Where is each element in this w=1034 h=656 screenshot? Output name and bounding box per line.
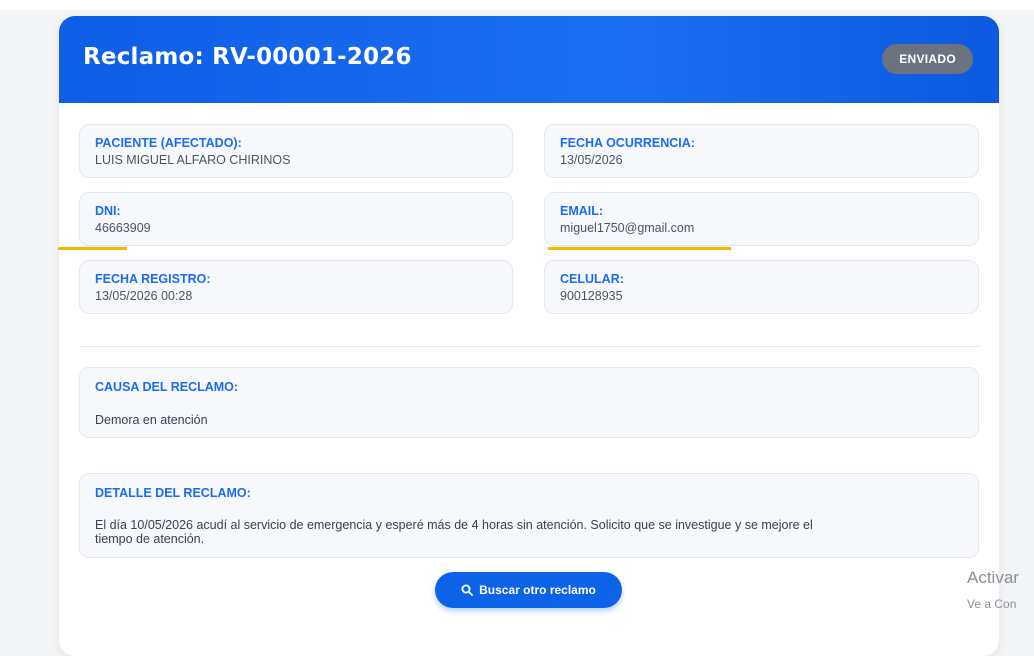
phone-value: 900128935 bbox=[560, 289, 623, 303]
phone-label: CELULAR: bbox=[560, 272, 624, 286]
occurrence-date-field: FECHA OCURRENCIA: 13/05/2026 bbox=[544, 124, 979, 178]
windows-activation-watermark-subtitle: Ve a Con bbox=[967, 597, 1017, 611]
phone-field: CELULAR: 900128935 bbox=[544, 260, 979, 314]
occurrence-date-label: FECHA OCURRENCIA: bbox=[560, 136, 695, 150]
detail-label: DETALLE DEL RECLAMO: bbox=[95, 486, 251, 500]
windows-activation-watermark-title: Activar bbox=[967, 568, 1019, 587]
detail-block: DETALLE DEL RECLAMO: El día 10/05/2026 a… bbox=[79, 473, 979, 558]
email-label: EMAIL: bbox=[560, 204, 604, 218]
card-header: Reclamo: RV-00001-2026 ENVIADO bbox=[59, 16, 999, 103]
section-divider bbox=[79, 346, 979, 347]
detail-value-line2: tiempo de atención. bbox=[95, 532, 205, 546]
complaint-title: Reclamo: RV-00001-2026 bbox=[83, 44, 412, 70]
occurrence-date-value: 13/05/2026 bbox=[560, 153, 623, 167]
dni-value: 46663909 bbox=[95, 221, 151, 235]
cause-value: Demora en atención bbox=[95, 413, 208, 427]
detail-value-line1: El día 10/05/2026 acudí al servicio de e… bbox=[95, 518, 813, 532]
registration-date-field: FECHA REGISTRO: 13/05/2026 00:28 bbox=[79, 260, 513, 314]
email-highlight-underline bbox=[548, 247, 731, 250]
cause-block: CAUSA DEL RECLAMO: Demora en atención bbox=[79, 367, 979, 438]
registration-date-label: FECHA REGISTRO: bbox=[95, 272, 211, 286]
search-another-complaint-label: Buscar otro reclamo bbox=[479, 583, 596, 597]
search-another-complaint-button[interactable]: Buscar otro reclamo bbox=[435, 572, 622, 608]
email-value: miguel1750@gmail.com bbox=[560, 221, 695, 235]
patient-value: LUIS MIGUEL ALFARO CHIRINOS bbox=[95, 153, 291, 167]
registration-date-value: 13/05/2026 00:28 bbox=[95, 289, 193, 303]
patient-label: PACIENTE (AFECTADO): bbox=[95, 136, 242, 150]
email-field: EMAIL: miguel1750@gmail.com bbox=[544, 192, 979, 246]
complaint-card: Reclamo: RV-00001-2026 ENVIADO PACIENTE … bbox=[59, 16, 999, 656]
dni-label: DNI: bbox=[95, 204, 121, 218]
cause-label: CAUSA DEL RECLAMO: bbox=[95, 380, 239, 394]
top-strip bbox=[0, 0, 1034, 10]
dni-highlight-underline bbox=[58, 247, 127, 250]
search-icon bbox=[461, 584, 474, 596]
patient-field: PACIENTE (AFECTADO): LUIS MIGUEL ALFARO … bbox=[79, 124, 513, 178]
dni-field: DNI: 46663909 bbox=[79, 192, 513, 246]
status-badge: ENVIADO bbox=[882, 44, 973, 74]
